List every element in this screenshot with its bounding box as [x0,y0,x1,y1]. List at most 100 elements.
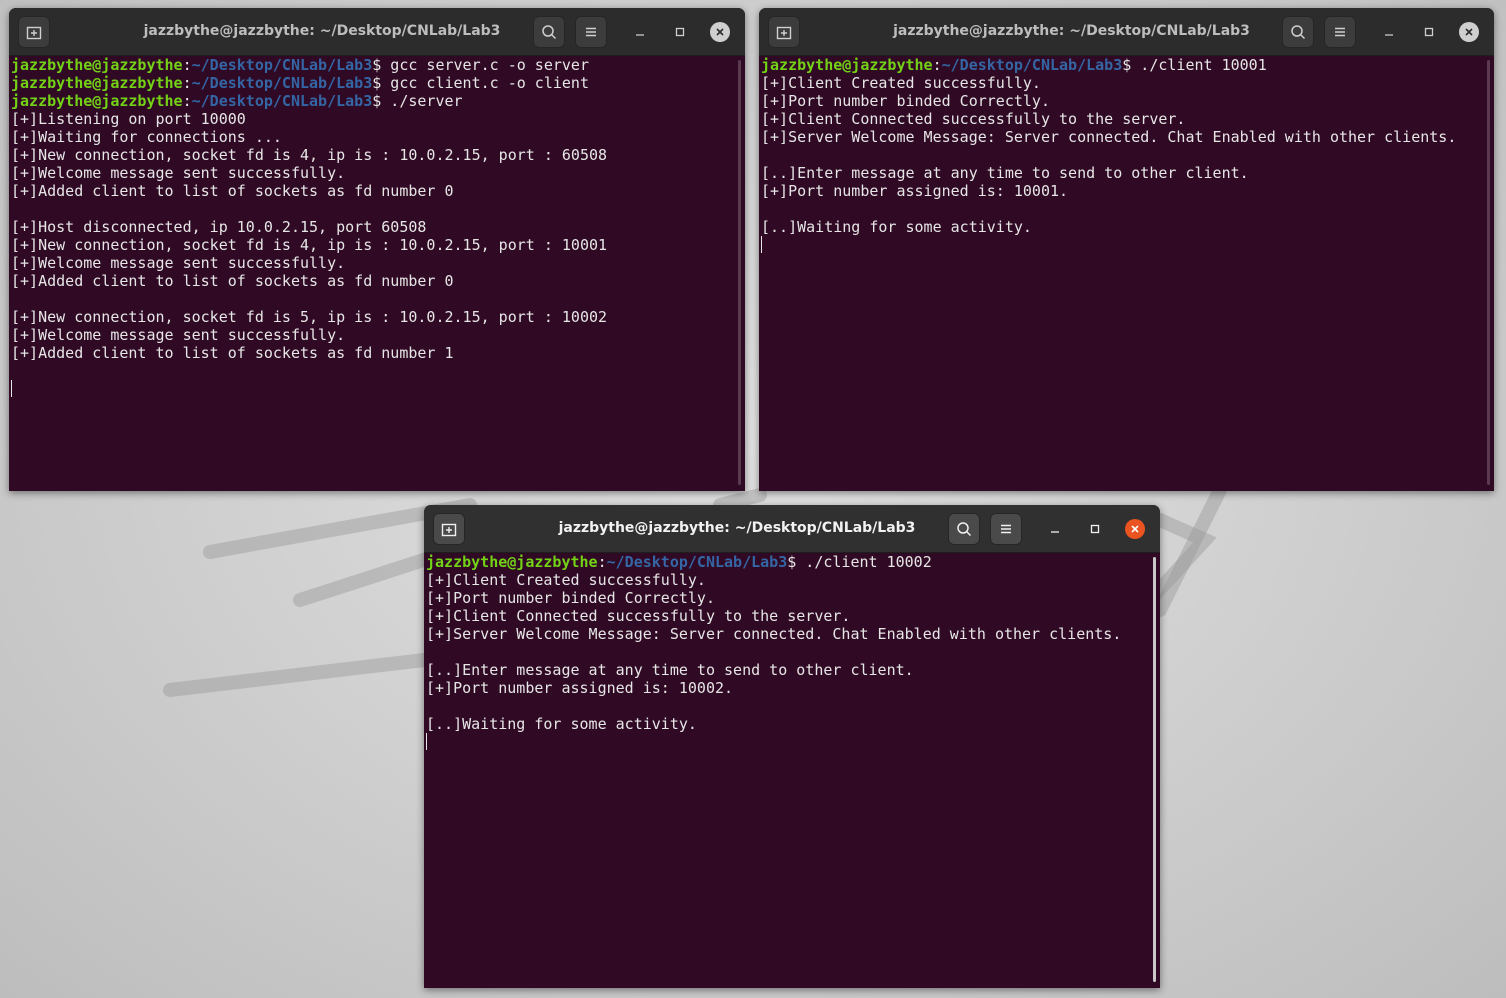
output-line: [..]Enter message at any time to send to… [426,661,914,679]
prompt-separator: : [182,74,192,92]
output-line: [+]New connection, socket fd is 4, ip is… [11,146,608,164]
maximize-icon [1424,27,1434,37]
prompt-path: ~/Desktop/CNLab/Lab3 [941,56,1123,74]
output-line: [+]Client Connected successfully to the … [426,607,851,625]
minimize-button[interactable] [1045,519,1065,539]
search-icon [957,522,972,537]
prompt-user: jazzbythe@jazzbythe [11,92,183,110]
scrollbar[interactable] [738,60,741,485]
menu-button[interactable] [575,16,607,48]
prompt-user: jazzbythe@jazzbythe [11,74,183,92]
maximize-button[interactable] [1419,22,1439,42]
text-cursor [761,236,762,253]
menu-button[interactable] [1324,16,1356,48]
close-icon [1465,28,1473,36]
new-tab-icon [776,26,792,40]
titlebar[interactable]: jazzbythe@jazzbythe: ~/Desktop/CNLab/Lab… [424,505,1160,553]
output-line: [+]Server Welcome Message: Server connec… [426,625,1122,643]
titlebar[interactable]: jazzbythe@jazzbythe: ~/Desktop/CNLab/Lab… [9,8,745,56]
command-text: $ gcc client.c -o client [372,74,589,92]
cursor-line [761,236,1484,254]
terminal-window-server[interactable]: jazzbythe@jazzbythe: ~/Desktop/CNLab/Lab… [9,8,745,491]
output-line: [+]Port number binded Correctly. [761,92,1050,110]
output-line: [+]Welcome message sent successfully. [11,254,346,272]
titlebar[interactable]: jazzbythe@jazzbythe: ~/Desktop/CNLab/Lab… [759,8,1494,56]
output-line: [+]Added client to list of sockets as fd… [11,344,454,362]
output-line: [+]Welcome message sent successfully. [11,164,346,182]
prompt-path: ~/Desktop/CNLab/Lab3 [191,56,373,74]
search-button[interactable] [1282,16,1314,48]
terminal-window-client-10001[interactable]: jazzbythe@jazzbythe: ~/Desktop/CNLab/Lab… [759,8,1494,491]
prompt-separator: : [932,56,942,74]
minimize-icon [1385,34,1393,36]
maximize-button[interactable] [1085,519,1105,539]
search-icon [1291,25,1306,40]
prompt-path: ~/Desktop/CNLab/Lab3 [191,74,373,92]
output-line: [+]Added client to list of sockets as fd… [11,182,454,200]
terminal-output[interactable]: jazzbythe@jazzbythe:~/Desktop/CNLab/Lab3… [11,56,735,491]
output-line: [+]Client Created successfully. [761,74,1041,92]
terminal-window-client-10002[interactable]: jazzbythe@jazzbythe: ~/Desktop/CNLab/Lab… [424,505,1160,988]
search-button[interactable] [533,16,565,48]
output-line: [..]Waiting for some activity. [426,715,697,733]
hamburger-menu-icon [1335,27,1345,37]
output-line: [+]Welcome message sent successfully. [11,326,346,344]
output-line: [+]New connection, socket fd is 4, ip is… [11,236,608,254]
hamburger-menu-icon [586,27,596,37]
prompt-line: jazzbythe@jazzbythe:~/Desktop/CNLab/Lab3… [426,553,1150,571]
output-line: [+]Server Welcome Message: Server connec… [761,128,1457,146]
prompt-user: jazzbythe@jazzbythe [11,56,183,74]
command-text: $ gcc server.c -o server [372,56,589,74]
output-line: [+]New connection, socket fd is 5, ip is… [11,308,608,326]
close-button[interactable] [1125,519,1145,539]
command-text: $ ./client 10002 [787,553,932,571]
close-icon [716,28,724,36]
new-tab-button[interactable] [433,513,465,545]
search-icon [542,25,557,40]
output-line: [+]Port number assigned is: 10001. [761,182,1069,200]
prompt-separator: : [597,553,607,571]
terminal-output[interactable]: jazzbythe@jazzbythe:~/Desktop/CNLab/Lab3… [761,56,1484,491]
output-line: [+]Host disconnected, ip 10.0.2.15, port… [11,218,427,236]
command-text: $ ./server [372,92,463,110]
output-line: [+]Client Created successfully. [426,571,706,589]
text-cursor [426,733,427,750]
terminal-output[interactable]: jazzbythe@jazzbythe:~/Desktop/CNLab/Lab3… [426,553,1150,988]
close-icon [1131,525,1139,533]
prompt-user: jazzbythe@jazzbythe [761,56,933,74]
maximize-icon [1090,524,1100,534]
close-button[interactable] [710,22,730,42]
output-line: [+]Waiting for connections ... [11,128,282,146]
output-line: [+]Port number binded Correctly. [426,589,715,607]
window-title: jazzbythe@jazzbythe: ~/Desktop/CNLab/Lab… [143,23,501,39]
command-text: $ ./client 10001 [1122,56,1267,74]
scrollbar[interactable] [1153,557,1156,982]
prompt-line: jazzbythe@jazzbythe:~/Desktop/CNLab/Lab3… [11,56,735,74]
window-title: jazzbythe@jazzbythe: ~/Desktop/CNLab/Lab… [558,520,916,536]
new-tab-icon [26,26,42,40]
text-cursor [11,380,12,397]
prompt-separator: : [182,56,192,74]
prompt-line: jazzbythe@jazzbythe:~/Desktop/CNLab/Lab3… [11,92,735,110]
search-button[interactable] [948,513,980,545]
output-line: [+]Port number assigned is: 10002. [426,679,734,697]
output-line: [+]Client Connected successfully to the … [761,110,1186,128]
prompt-path: ~/Desktop/CNLab/Lab3 [606,553,788,571]
output-line: [..]Waiting for some activity. [761,218,1032,236]
close-button[interactable] [1459,22,1479,42]
minimize-button[interactable] [630,22,650,42]
new-tab-button[interactable] [768,16,800,48]
new-tab-button[interactable] [18,16,50,48]
maximize-icon [675,27,685,37]
maximize-button[interactable] [670,22,690,42]
scrollbar[interactable] [1487,60,1490,485]
minimize-button[interactable] [1379,22,1399,42]
menu-button[interactable] [990,513,1022,545]
prompt-line: jazzbythe@jazzbythe:~/Desktop/CNLab/Lab3… [761,56,1484,74]
